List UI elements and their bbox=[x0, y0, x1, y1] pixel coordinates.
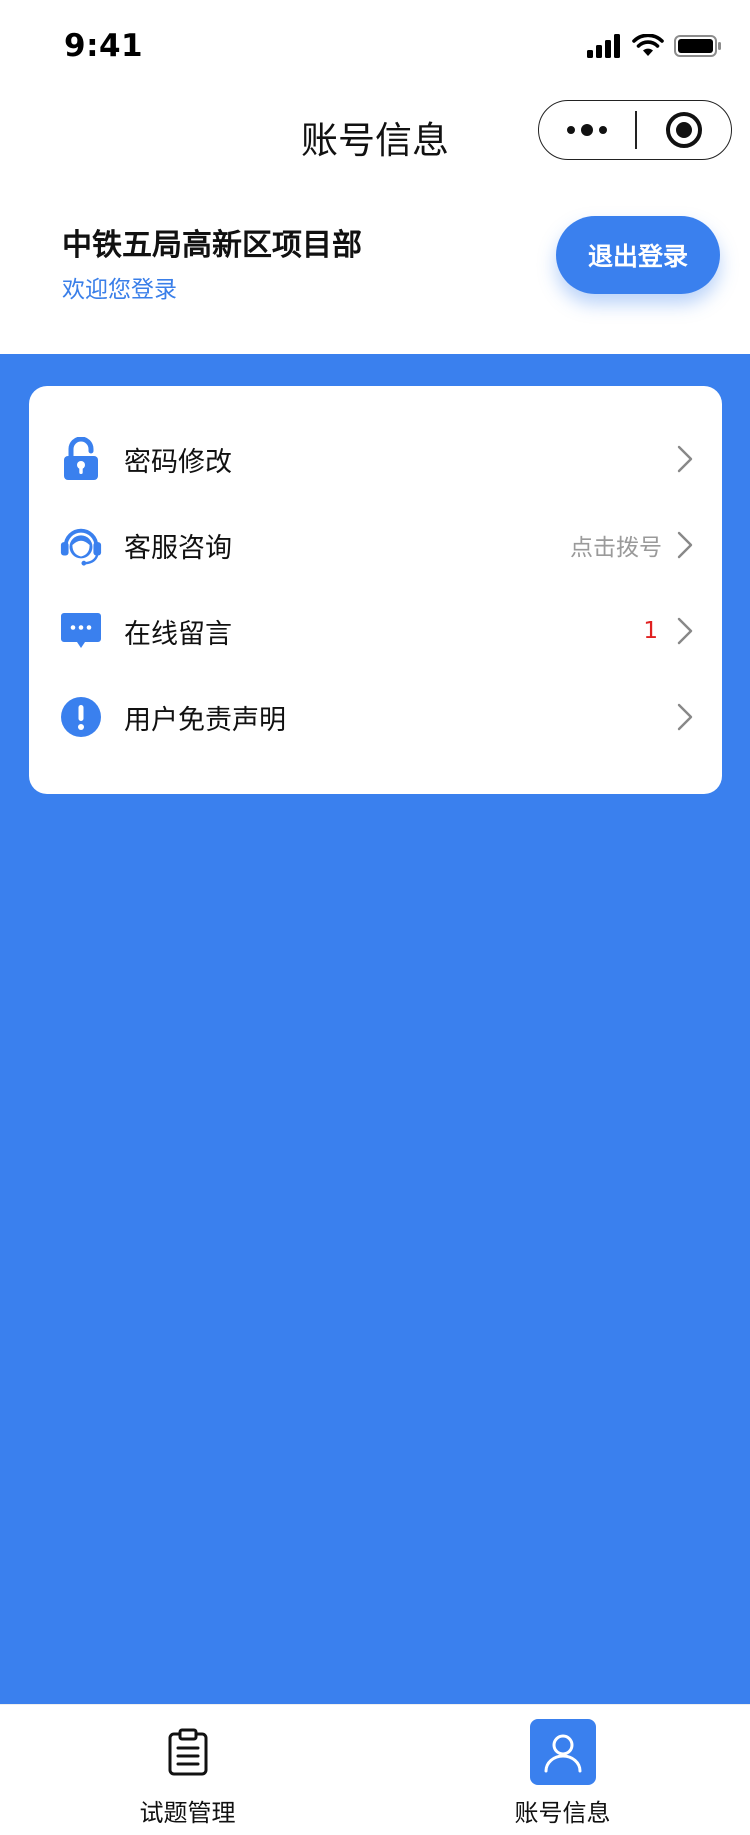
account-name: 中铁五局高新区项目部 bbox=[62, 228, 362, 263]
clipboard-icon bbox=[155, 1719, 221, 1785]
exclamation-icon bbox=[59, 695, 103, 739]
unread-count-badge: 1 bbox=[643, 618, 658, 644]
menu-label-customer-service: 客服咨询 bbox=[124, 532, 232, 564]
unlock-icon bbox=[59, 437, 103, 481]
message-icon bbox=[59, 609, 103, 653]
menu-right-disclaimer bbox=[676, 703, 694, 731]
dial-hint: 点击拨号 bbox=[570, 535, 662, 561]
menu-label-disclaimer: 用户免责声明 bbox=[124, 704, 286, 736]
welcome-text: 欢迎您登录 bbox=[62, 277, 177, 303]
menu-right-password bbox=[676, 445, 694, 473]
menu-item-disclaimer[interactable]: 用户免责声明 bbox=[29, 674, 722, 760]
status-bar: 9:41 bbox=[0, 0, 750, 96]
tab-bar: 试题管理 账号信息 bbox=[0, 1704, 750, 1835]
status-time: 9:41 bbox=[64, 28, 144, 64]
menu-item-online-message[interactable]: 在线留言 1 bbox=[29, 588, 722, 674]
tab-label-account-info: 账号信息 bbox=[514, 1799, 611, 1827]
content-background: 密码修改 客服咨询 点击拨号 在线留言 1 用户免责声明 bbox=[0, 354, 750, 1704]
account-header: 中铁五局高新区项目部 欢迎您登录 退出登录 bbox=[0, 186, 750, 354]
menu-label-password: 密码修改 bbox=[124, 446, 232, 478]
chevron-right-icon bbox=[677, 531, 693, 559]
account-page: 9:41 账号信息 中铁五局高新区项目部 欢迎您登录 退出登录 密码修改 客服咨… bbox=[0, 0, 750, 1835]
menu-item-customer-service[interactable]: 客服咨询 点击拨号 bbox=[29, 502, 722, 588]
mini-program-capsule bbox=[538, 100, 732, 160]
more-button[interactable] bbox=[539, 101, 635, 159]
wifi-icon bbox=[632, 34, 664, 56]
menu-label-online-message: 在线留言 bbox=[124, 618, 232, 650]
chevron-right-icon bbox=[677, 703, 693, 731]
tab-question-management[interactable]: 试题管理 bbox=[0, 1705, 375, 1835]
menu-item-password[interactable]: 密码修改 bbox=[29, 416, 722, 502]
user-icon bbox=[529, 1719, 596, 1785]
nav-bar: 账号信息 bbox=[0, 96, 750, 186]
more-dots-icon bbox=[567, 124, 607, 136]
chevron-right-icon bbox=[677, 445, 693, 473]
menu-right-customer-service: 点击拨号 bbox=[570, 528, 694, 562]
customer-service-icon bbox=[59, 523, 103, 567]
menu-card: 密码修改 客服咨询 点击拨号 在线留言 1 用户免责声明 bbox=[29, 386, 722, 794]
close-mini-program-button[interactable] bbox=[637, 101, 732, 159]
signal-icon bbox=[587, 34, 620, 58]
target-circle-icon bbox=[665, 112, 702, 148]
tab-account-info[interactable]: 账号信息 bbox=[375, 1705, 750, 1835]
menu-right-online-message: 1 bbox=[643, 617, 694, 645]
tab-label-question-management: 试题管理 bbox=[139, 1799, 236, 1827]
battery-icon bbox=[674, 35, 721, 57]
logout-button[interactable]: 退出登录 bbox=[556, 216, 720, 294]
chevron-right-icon bbox=[677, 617, 693, 645]
status-icons bbox=[586, 34, 722, 58]
